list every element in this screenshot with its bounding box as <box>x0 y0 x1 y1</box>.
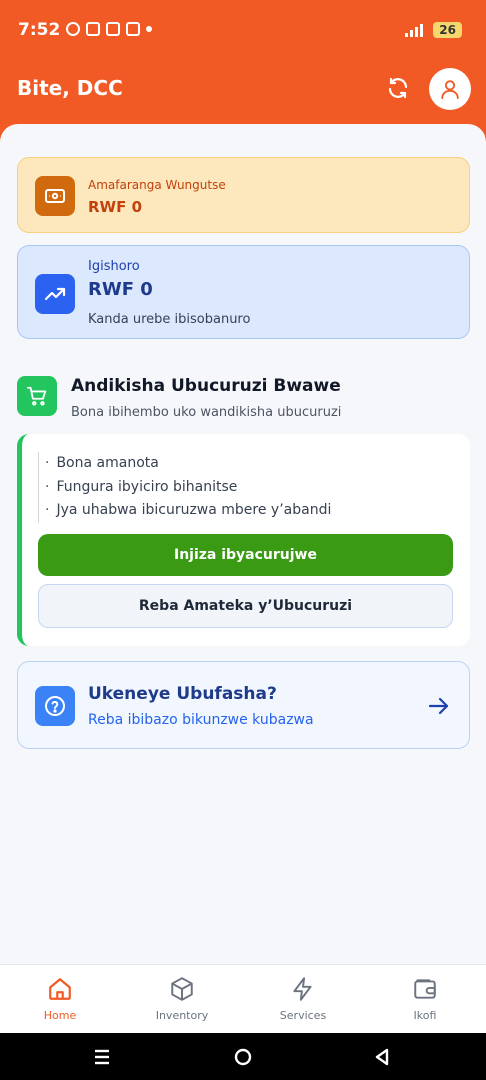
bottom-navigation: Home Inventory Services Ikofi <box>0 964 486 1033</box>
user-icon <box>441 80 459 100</box>
whatsapp-icon <box>66 22 80 36</box>
arrow-right-icon <box>427 694 451 718</box>
box-icon <box>168 975 196 1003</box>
main-content: Amafaranga Wungutse RWF 0 Igishoro RWF 0… <box>0 124 486 964</box>
nav-home-label: Home <box>43 1009 77 1022</box>
benefit-item: Fungura ibyiciro bihanitse <box>45 476 331 500</box>
investment-subtitle: Kanda urebe ibisobanuro <box>88 312 251 327</box>
back-triangle-icon <box>375 1048 389 1066</box>
back-button[interactable] <box>370 1045 394 1069</box>
alert-icon <box>126 22 140 36</box>
sales-history-button[interactable]: Reba Amateka y’Ubucuruzi <box>38 584 453 628</box>
investment-value: RWF 0 <box>88 279 153 300</box>
investment-card[interactable]: Igishoro RWF 0 Kanda urebe ibisobanuro <box>17 245 470 339</box>
investment-label: Igishoro <box>88 259 140 274</box>
wallet-cash-icon <box>35 176 75 216</box>
nav-services[interactable]: Services <box>258 975 348 1022</box>
benefit-item: Jya uhabwa ibicuruzwa mbere y’abandi <box>45 499 331 523</box>
system-navigation-bar <box>0 1033 486 1080</box>
facebook-icon <box>86 22 100 36</box>
help-title: Ukeneye Ubufasha? <box>88 684 277 704</box>
signal-icon <box>405 23 424 37</box>
status-time: 7:52 <box>18 20 61 40</box>
recent-apps-button[interactable] <box>90 1045 114 1069</box>
cart-icon <box>17 376 57 416</box>
benefit-item: Bona amanota <box>45 452 331 476</box>
notification-icons <box>66 22 152 36</box>
business-card: Bona amanota Fungura ibyiciro bihanitse … <box>17 434 470 646</box>
earnings-card[interactable]: Amafaranga Wungutse RWF 0 <box>17 157 470 233</box>
status-bar: 7:52 26 <box>0 0 486 64</box>
record-sales-button[interactable]: Injiza ibyacurujwe <box>38 534 453 576</box>
nav-inventory[interactable]: Inventory <box>137 975 227 1022</box>
nav-inventory-label: Inventory <box>155 1009 209 1022</box>
more-notifications-icon <box>146 26 152 32</box>
business-section-subtitle: Bona ibihembo uko wandikisha ubucuruzi <box>71 405 342 420</box>
trending-up-icon <box>35 274 75 314</box>
earnings-label: Amafaranga Wungutse <box>88 178 226 192</box>
circle-icon <box>234 1048 252 1066</box>
page-title: Bite, DCC <box>17 76 123 100</box>
help-icon <box>35 686 75 726</box>
earnings-value: RWF 0 <box>88 198 143 216</box>
wallet-icon <box>411 975 439 1003</box>
help-card[interactable]: Ukeneye Ubufasha? Reba ibibazo bikunzwe … <box>17 661 470 749</box>
home-system-button[interactable] <box>231 1045 255 1069</box>
nav-home[interactable]: Home <box>15 975 105 1022</box>
status-right: 26 <box>405 22 462 38</box>
nav-wallet-label: Ikofi <box>413 1009 437 1022</box>
business-section-title: Andikisha Ubucuruzi Bwawe <box>71 376 341 396</box>
benefits-list: Bona amanota Fungura ibyiciro bihanitse … <box>38 452 331 523</box>
menu-icon <box>95 1049 109 1065</box>
help-subtitle: Reba ibibazo bikunzwe kubazwa <box>88 712 314 728</box>
refresh-button[interactable] <box>384 74 412 102</box>
refresh-icon <box>388 77 408 99</box>
store-icon <box>106 22 120 36</box>
app-bar: Bite, DCC <box>0 64 486 124</box>
nav-wallet[interactable]: Ikofi <box>380 975 470 1022</box>
profile-button[interactable] <box>429 68 471 110</box>
home-icon <box>46 975 74 1003</box>
nav-services-label: Services <box>279 1009 327 1022</box>
lightning-icon <box>289 975 317 1003</box>
battery-indicator: 26 <box>433 22 462 38</box>
